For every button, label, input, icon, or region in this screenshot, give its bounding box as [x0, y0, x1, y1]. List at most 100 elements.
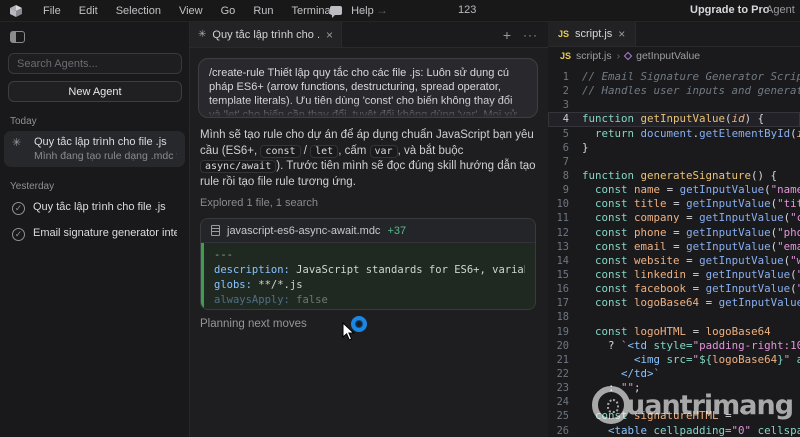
menu-run[interactable]: Run [246, 3, 280, 19]
breadcrumb-file[interactable]: script.js [576, 50, 612, 62]
agent-label[interactable]: Agent [766, 4, 795, 16]
code-line[interactable]: 20 ? `<td style="padding-right:10px" [548, 339, 800, 353]
upgrade-to-pro-button[interactable]: Upgrade to Pro [690, 4, 769, 16]
line-number: 16 [548, 282, 582, 296]
section-label: Yesterday [10, 181, 179, 192]
line-number: 15 [548, 268, 582, 282]
forward-arrow-icon[interactable]: → [376, 3, 388, 17]
line-source: ? `<td style="padding-right:10px" [582, 339, 800, 353]
line-source: const logoHTML = logoBase64 [582, 325, 771, 339]
chat-tab-label: Quy tắc lập trình cho ... [212, 29, 320, 41]
chat-panel: ✳ Quy tắc lập trình cho ... × + ··· /cre… [190, 22, 548, 437]
line-number: 20 [548, 339, 582, 353]
code-line[interactable]: 17 const logoBase64 = getInputValue [548, 296, 800, 310]
line-number: 7 [548, 155, 582, 169]
code-line[interactable]: 14 const website = getInputValue("websit… [548, 254, 800, 268]
line-number: 25 [548, 409, 582, 423]
user-message-bubble: /create-rule Thiết lập quy tắc cho các f… [198, 58, 538, 118]
code-line[interactable]: 9 const name = getInputValue("name" [548, 183, 800, 197]
line-source: const phone = getInputValue("phone" [582, 226, 800, 240]
app-window: FileEditSelectionViewGoRunTerminalHelp ←… [0, 0, 800, 437]
code-line[interactable]: 16 const facebook = getInputValue("faceb… [548, 282, 800, 296]
code-line[interactable]: 7 [548, 155, 800, 169]
breadcrumb-symbol[interactable]: getInputValue [636, 50, 700, 62]
editor-tab-label: script.js [575, 28, 612, 40]
line-number: 1 [548, 70, 582, 84]
menu-selection[interactable]: Selection [109, 3, 168, 19]
close-tab-icon[interactable]: × [618, 27, 625, 41]
code-line[interactable]: 11 const company = getInputValue("compan… [548, 211, 800, 225]
code-line[interactable]: 13 const email = getInputValue("email" [548, 240, 800, 254]
code-line[interactable]: 3 [548, 98, 800, 112]
editor-panel: JS script.js × JS script.js › getInputVa… [548, 22, 800, 437]
code-line[interactable]: 12 const phone = getInputValue("phone" [548, 226, 800, 240]
line-source: : ""; [582, 381, 641, 395]
code-line[interactable]: 23 : ""; [548, 381, 800, 395]
agent-history-list: Today✳Quy tắc lập trình cho file .jsMình… [0, 116, 189, 246]
agent-item-title: Quy tắc lập trình cho file .js [33, 201, 166, 213]
mouse-pointer [342, 322, 355, 341]
code-line[interactable]: 5 return document.getElementById(id) [548, 127, 800, 141]
menu-edit[interactable]: Edit [72, 3, 105, 19]
line-source: // Email Signature Generator Script [582, 70, 800, 84]
chat-bubble-icon[interactable] [330, 6, 342, 15]
additions-badge: +37 [387, 225, 406, 237]
code-line[interactable]: 10 const title = getInputValue("title" [548, 197, 800, 211]
code-line[interactable]: 22 </td>` [548, 367, 800, 381]
new-chat-tab-icon[interactable]: + [503, 27, 511, 43]
line-source: </td>` [582, 367, 660, 381]
agent-list-item[interactable]: ✓ Quy tắc lập trình cho file .js [4, 196, 185, 220]
code-line[interactable]: 8function generateSignature() { [548, 169, 800, 183]
line-source: // Handles user inputs and generates the… [582, 84, 800, 98]
menu-go[interactable]: Go [214, 3, 243, 19]
line-number: 3 [548, 98, 582, 112]
code-line[interactable]: 4function getInputValue(id) { [548, 112, 800, 126]
agent-item-title: Email signature generator interactive d [33, 227, 177, 239]
breadcrumb[interactable]: JS script.js › getInputValue [548, 47, 800, 65]
code-editor[interactable]: 1// Email Signature Generator Script2// … [548, 65, 800, 437]
code-line[interactable]: 24 [548, 395, 800, 409]
line-source: <img src="${logoBase64}" alt= [582, 353, 800, 367]
line-number: 6 [548, 141, 582, 155]
search-agents-input[interactable]: Search Agents... [8, 53, 182, 74]
back-arrow-icon[interactable]: ← [356, 3, 368, 17]
agent-item-texts: Quy tắc lập trình cho file .js [33, 201, 166, 213]
titlebar: FileEditSelectionViewGoRunTerminalHelp ←… [0, 0, 800, 22]
diff-card[interactable]: javascript-es6-async-await.mdc +37 ---de… [200, 218, 536, 310]
menu-view[interactable]: View [172, 3, 210, 19]
sidebar-toggle-icon[interactable] [10, 31, 25, 43]
diff-line: description: JavaScript standards for ES… [214, 263, 525, 278]
code-line[interactable]: 26 <table cellpadding="0" cellspacing="0… [548, 424, 800, 437]
explored-status[interactable]: Explored 1 file, 1 search [200, 197, 536, 209]
agent-item-texts: Email signature generator interactive d [33, 227, 177, 239]
code-line[interactable]: 18 [548, 310, 800, 324]
line-source: function generateSignature() { [582, 169, 777, 183]
project-title[interactable]: 123 [458, 4, 476, 16]
line-number: 19 [548, 325, 582, 339]
close-tab-icon[interactable]: × [326, 28, 333, 42]
line-number: 9 [548, 183, 582, 197]
code-line[interactable]: 6} [548, 141, 800, 155]
agent-item-subtitle: Mình đang tạo rule dạng .mdc trong .curs… [34, 150, 177, 162]
line-number: 26 [548, 424, 582, 437]
check-circle-icon: ✓ [12, 202, 25, 215]
editor-tab-scriptjs[interactable]: JS script.js × [548, 22, 636, 46]
diff-card-header[interactable]: javascript-es6-async-await.mdc +37 [201, 219, 535, 243]
chat-tab-active[interactable]: ✳ Quy tắc lập trình cho ... × [190, 22, 342, 47]
code-line[interactable]: 15 const linkedin = getInputValue("linke… [548, 268, 800, 282]
agent-list-item[interactable]: ✳Quy tắc lập trình cho file .jsMình đang… [4, 131, 185, 167]
code-line[interactable]: 1// Email Signature Generator Script [548, 70, 800, 84]
more-options-icon[interactable]: ··· [523, 28, 538, 42]
inline-code-chip: async/await [200, 160, 276, 173]
agent-item-texts: Quy tắc lập trình cho file .jsMình đang … [34, 136, 177, 162]
code-line[interactable]: 21 <img src="${logoBase64}" alt= [548, 353, 800, 367]
diff-filename: javascript-es6-async-await.mdc [227, 225, 380, 237]
code-line[interactable]: 19 const logoHTML = logoBase64 [548, 325, 800, 339]
inline-code-chip: const [260, 145, 300, 158]
code-line[interactable]: 2// Handles user inputs and generates th… [548, 84, 800, 98]
new-agent-button[interactable]: New Agent [8, 81, 182, 102]
code-line[interactable]: 25 const signatureHTML = ` [548, 409, 800, 423]
agent-list-item[interactable]: ✓Email signature generator interactive d [4, 222, 185, 246]
menu-file[interactable]: File [36, 3, 68, 19]
line-number: 21 [548, 353, 582, 367]
